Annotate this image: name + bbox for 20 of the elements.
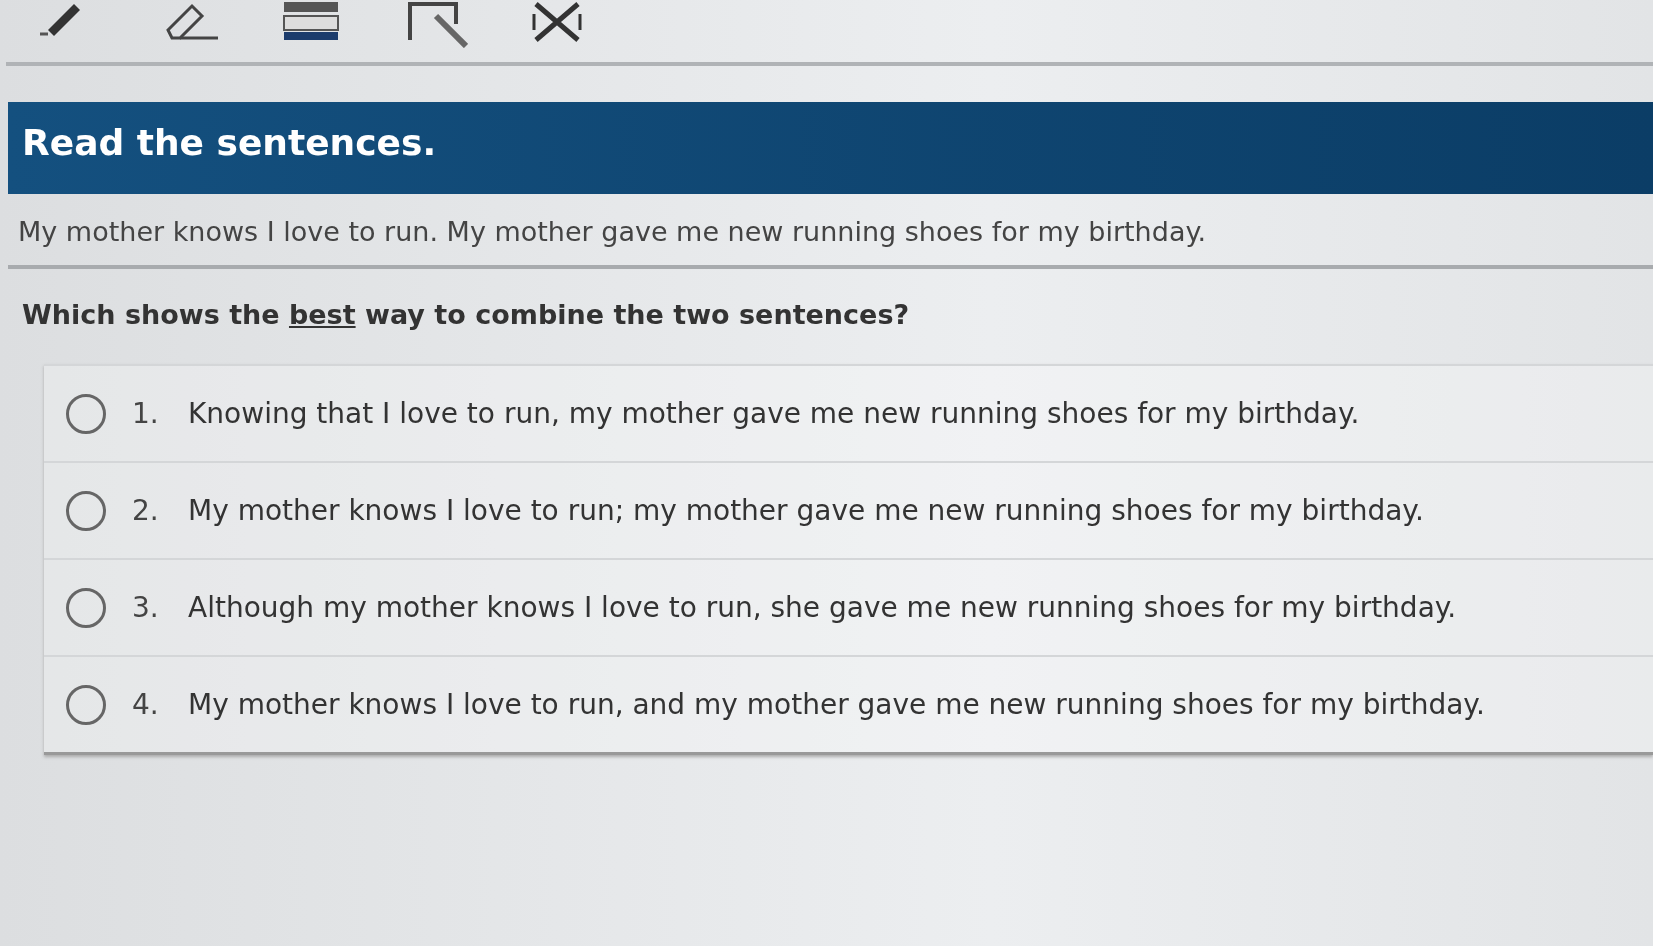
question-text: Which shows the best way to combine the two sentences? <box>22 299 911 330</box>
option-number: 2. <box>132 494 160 527</box>
option-text: My mother knows I love to run, and my mother gave me new running shoes for my birthday. <box>188 688 1485 721</box>
radio-button[interactable] <box>66 684 106 725</box>
option-number: 4. <box>132 688 160 721</box>
option-text: My mother knows I love to run; my mother gave me new running shoes for my birthday. <box>188 494 1424 527</box>
option-number: 3. <box>132 591 160 624</box>
option-text: Although my mother knows I love to run, she gave me new running shoes for my birthday. <box>188 591 1457 624</box>
answer-option[interactable]: 2. My mother knows I love to run; my mother gave me new running shoes for my birthday. <box>44 461 1653 558</box>
radio-button[interactable] <box>66 490 106 531</box>
option-number: 1. <box>132 397 160 430</box>
answer-option[interactable]: 4. My mother knows I love to run, and my mother gave me new running shoes for my birthday. <box>44 655 1653 752</box>
instruction-banner: Read the sentences. <box>8 102 1653 194</box>
passage-text: My mother knows I love to run. My mother gave me new running shoes for my birthday. <box>8 194 1653 269</box>
answer-option[interactable]: 1. Knowing that I love to run, my mother gave me new running shoes for my birthday. <box>44 364 1653 461</box>
option-text: Knowing that I love to run, my mother gave me new running shoes for my birthday. <box>188 397 1360 430</box>
radio-button[interactable] <box>66 393 106 434</box>
notepad-icon[interactable] <box>406 0 468 48</box>
answer-option[interactable]: 3. Although my mother knows I love to run, she gave me new running shoes for my birthday. <box>44 558 1653 655</box>
radio-button[interactable] <box>66 587 106 628</box>
